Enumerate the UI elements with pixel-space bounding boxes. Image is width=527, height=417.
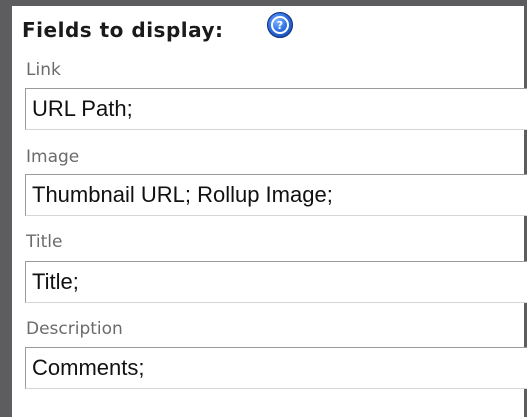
title-field-label: Title: [26, 232, 63, 252]
section-header: Fields to display:: [22, 18, 224, 42]
fields-to-display-panel: Fields to display: ? Link Image Title De…: [12, 6, 527, 417]
link-field-input[interactable]: [25, 88, 527, 130]
link-field-label: Link: [26, 60, 61, 80]
window-frame-left: [0, 0, 12, 417]
title-field-input[interactable]: [25, 261, 527, 303]
image-field-label: Image: [26, 147, 80, 167]
section-title: Fields to display:: [22, 18, 224, 42]
help-question-icon[interactable]: ?: [267, 12, 293, 38]
description-field-label: Description: [26, 319, 123, 339]
image-field-input[interactable]: [25, 174, 527, 216]
description-field-input[interactable]: [25, 347, 527, 389]
